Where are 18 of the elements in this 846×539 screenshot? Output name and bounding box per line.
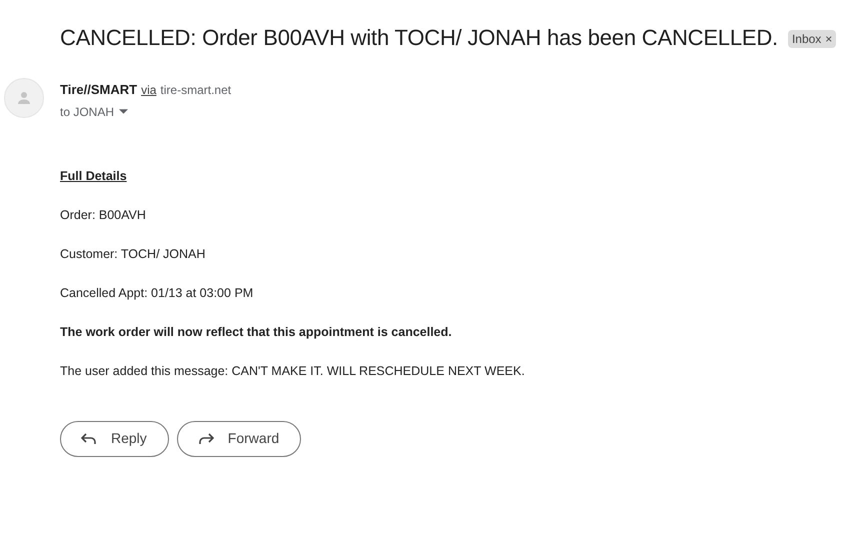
detail-text: The user added this message: CAN'T MAKE IT. WILL RESCHEDULE NEXT WEEK. xyxy=(60,362,526,378)
via-link[interactable]: via xyxy=(141,81,156,99)
detail-text: Customer: TOCH/ JONAH xyxy=(60,246,206,262)
sender-name: Tire//SMART xyxy=(60,81,138,99)
inbox-label[interactable]: Inbox × xyxy=(788,30,836,48)
reply-button[interactable]: Reply xyxy=(60,420,169,456)
email-subject: CANCELLED: Order B00AVH with TOCH/ JONAH has been CANCELLED. xyxy=(60,24,778,52)
notice-text: The work order will now reflect that this appointment is cancelled. xyxy=(60,324,453,340)
forward-arrow-icon xyxy=(198,432,214,444)
sender-domain: tire-smart.net xyxy=(160,82,232,99)
detail-text: Order: B00AVH xyxy=(60,206,147,222)
caret-icon xyxy=(119,109,128,114)
detail-text: Cancelled Appt: 01/13 at 03:00 PM xyxy=(60,284,254,300)
reply-arrow-icon xyxy=(81,432,97,444)
recipients-dropdown[interactable]: to JONAH xyxy=(60,102,232,120)
section-heading: Full Details xyxy=(60,168,128,184)
person-icon xyxy=(15,89,33,107)
forward-button[interactable]: Forward xyxy=(176,420,302,456)
